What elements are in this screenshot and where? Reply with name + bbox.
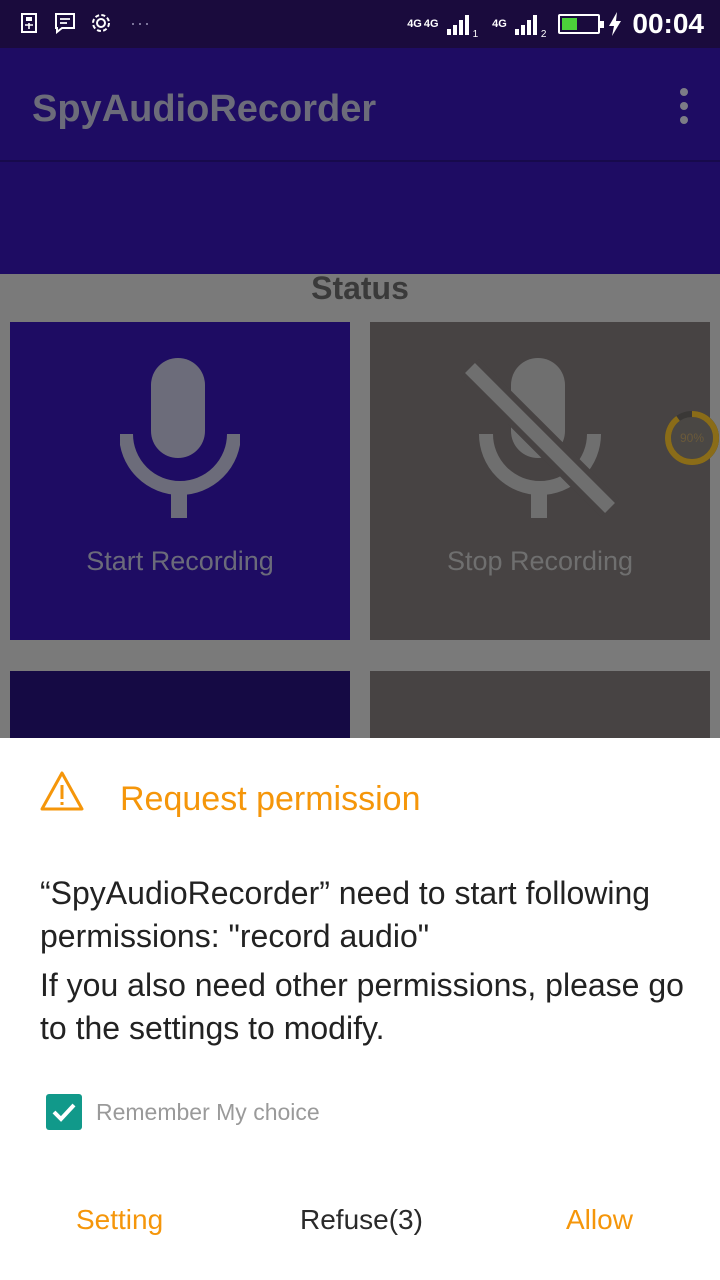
app-title: SpyAudioRecorder <box>32 88 377 130</box>
stop-recording-label: Stop Recording <box>446 546 634 576</box>
more-vert-icon[interactable] <box>678 88 690 124</box>
more-notifications-icon: ··· <box>130 12 151 33</box>
start-recording-label: Start Recording <box>86 546 274 576</box>
remember-choice-row[interactable]: Remember My choice <box>46 1094 320 1130</box>
warning-icon <box>40 771 84 811</box>
progress-percent: 90% <box>679 431 705 445</box>
mic-off-icon <box>460 358 620 518</box>
divider <box>0 160 720 162</box>
dialog-actions: Setting Refuse(3) Allow <box>0 1204 720 1254</box>
app-bar: SpyAudioRecorder <box>0 48 720 274</box>
charging-icon <box>609 12 622 36</box>
network-type-1: 4G <box>407 18 422 30</box>
message-icon <box>55 13 75 34</box>
status-bar: ··· 4G 4G 1 4G 2 00:04 <box>0 0 720 48</box>
battery-level <box>562 18 577 30</box>
dialog-message-detail: If you also need other permissions, plea… <box>40 967 684 1046</box>
permission-dialog: Request permission “SpyAudioRecorder” ne… <box>0 738 720 1280</box>
battery-icon <box>558 14 605 34</box>
dialog-title: Request permission <box>120 780 421 818</box>
sim-2-label: 2 <box>540 29 547 40</box>
start-recording-button[interactable]: Start Recording <box>10 322 350 640</box>
remember-label: Remember My choice <box>96 1098 320 1125</box>
mic-icon <box>120 358 240 518</box>
signal-icon <box>514 13 537 35</box>
usb-icon <box>21 13 37 33</box>
clock: 00:04 <box>632 8 704 39</box>
allow-button[interactable]: Allow <box>566 1204 633 1236</box>
remember-checkbox[interactable] <box>46 1094 82 1130</box>
network-type-2: 4G <box>423 18 439 30</box>
network-type-3: 4G <box>492 18 507 30</box>
setting-button[interactable]: Setting <box>76 1204 163 1236</box>
refuse-button[interactable]: Refuse(3) <box>300 1204 423 1236</box>
sim-1-label: 1 <box>472 29 479 40</box>
status-heading: Status <box>311 270 409 306</box>
check-icon <box>52 1103 76 1122</box>
dialog-message: “SpyAudioRecorder” need to start followi… <box>40 875 651 954</box>
stop-recording-button[interactable]: Stop Recording <box>370 322 710 640</box>
signal-icon <box>446 13 469 35</box>
settings-icon <box>92 14 110 32</box>
